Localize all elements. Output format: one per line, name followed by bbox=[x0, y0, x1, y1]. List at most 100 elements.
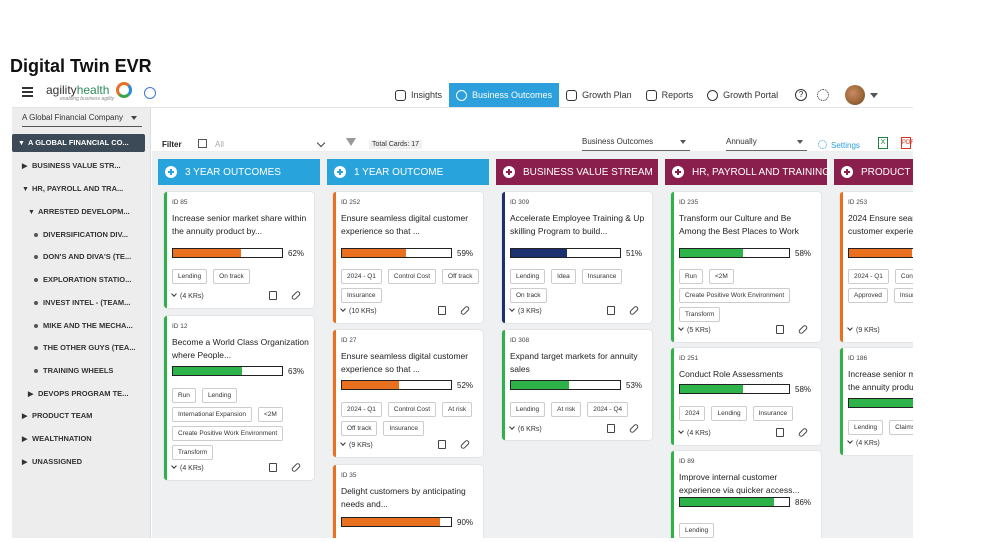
card-title[interactable]: Conduct Role Assessments bbox=[679, 368, 817, 381]
tree-item[interactable]: MIKE AND THE MECHA... bbox=[34, 317, 133, 335]
tag-chip[interactable]: Transform bbox=[172, 445, 214, 460]
filter-input[interactable]: All bbox=[215, 140, 224, 149]
tag-chip[interactable]: Run bbox=[679, 269, 703, 284]
tree-toggle-icon[interactable]: ▶ bbox=[22, 431, 32, 449]
gear-icon[interactable] bbox=[817, 89, 830, 101]
nav-growth-plan[interactable]: Growth Plan bbox=[559, 83, 639, 107]
key-results-count[interactable]: (4 KRs) bbox=[856, 440, 880, 447]
globe-language-icon[interactable] bbox=[144, 87, 156, 99]
card-title[interactable]: 2024 Ensure seamless digital customer ex… bbox=[848, 212, 913, 238]
tree-item[interactable]: TRAINING WHEELS bbox=[34, 362, 113, 380]
expand-chevron-down-icon[interactable] bbox=[847, 438, 853, 444]
tree-toggle-icon[interactable]: ▶ bbox=[22, 408, 32, 426]
key-results-count[interactable]: (6 KRs) bbox=[518, 426, 542, 433]
tree-toggle-icon[interactable]: ▼ bbox=[18, 135, 28, 153]
add-card-plus-icon[interactable] bbox=[503, 166, 515, 178]
funnel-icon[interactable] bbox=[346, 138, 356, 146]
tag-chip[interactable]: 2024 - Q1 bbox=[848, 269, 889, 284]
tree-item[interactable]: ▶ PRODUCT TEAM bbox=[22, 407, 92, 425]
tag-chip[interactable]: Lending bbox=[510, 402, 546, 417]
tag-chip[interactable]: Control Cost bbox=[387, 402, 437, 417]
card-title[interactable]: Improve internal customer experience via… bbox=[679, 471, 817, 497]
nav-business-outcomes[interactable]: Business Outcomes bbox=[449, 83, 560, 107]
tree-item[interactable]: ▶ DEVOPS PROGRAM TE... bbox=[28, 385, 128, 403]
tree-item[interactable]: ▶ WEALTHNATION bbox=[22, 430, 92, 448]
tag-chip[interactable]: Control Cost bbox=[387, 269, 437, 284]
tree-item[interactable]: INVEST INTEL - (TEAM... bbox=[34, 294, 130, 312]
tag-chip[interactable]: Insurance bbox=[893, 288, 913, 303]
card-title[interactable]: Delight customers by anticipating needs … bbox=[341, 485, 479, 511]
tag-chip[interactable]: At risk bbox=[442, 402, 473, 417]
tag-chip[interactable]: Insurance bbox=[581, 269, 623, 284]
tree-toggle-icon[interactable]: ▶ bbox=[28, 386, 38, 404]
outcome-card[interactable]: ID 235 Transform our Culture and Be Among… bbox=[671, 192, 821, 342]
card-title[interactable]: Increase senior market share within the … bbox=[172, 212, 310, 238]
tree-item[interactable]: ▼ A GLOBAL FINANCIAL CO... bbox=[12, 134, 145, 152]
tree-toggle-icon[interactable]: ▼ bbox=[28, 204, 38, 222]
tag-chip[interactable]: 2024 - Q4 bbox=[587, 402, 629, 417]
tag-chip[interactable]: At risk bbox=[551, 402, 582, 417]
tag-chip[interactable]: Lending bbox=[848, 420, 884, 435]
tree-item[interactable]: THE OTHER GUYS (TEA... bbox=[34, 339, 136, 357]
agilityhealth-logo[interactable]: agilityhealth bbox=[46, 83, 109, 97]
tag-chip[interactable]: Lending bbox=[172, 269, 208, 284]
user-menu-chevron-down-icon[interactable] bbox=[870, 92, 879, 98]
expand-chevron-down-icon[interactable] bbox=[678, 428, 684, 434]
copy-icon[interactable] bbox=[607, 306, 615, 315]
tag-chip[interactable]: <2M bbox=[257, 407, 283, 422]
help-icon[interactable]: ? bbox=[795, 89, 808, 101]
card-title[interactable]: Increase senior market share within the … bbox=[848, 368, 913, 394]
tag-chip[interactable]: On track bbox=[510, 288, 547, 303]
company-select[interactable]: A Global Financial Company bbox=[22, 113, 142, 127]
card-title[interactable]: Ensure seamless digital customer experie… bbox=[341, 350, 479, 376]
tag-chip[interactable]: Insurance bbox=[752, 406, 794, 421]
card-title[interactable]: Transform our Culture and Be Among the B… bbox=[679, 212, 817, 238]
expand-chevron-down-icon[interactable] bbox=[509, 306, 515, 312]
copy-icon[interactable] bbox=[438, 306, 446, 315]
export-pdf-icon[interactable]: PDF bbox=[901, 137, 913, 149]
export-excel-icon[interactable]: X bbox=[878, 137, 888, 149]
tag-chip[interactable]: Lending bbox=[679, 523, 715, 538]
tag-chip[interactable]: Off track bbox=[442, 269, 479, 284]
expand-chevron-down-icon[interactable] bbox=[847, 325, 853, 331]
card-title[interactable]: Expand target markets for annuity sales bbox=[510, 350, 648, 376]
expand-chevron-down-icon[interactable] bbox=[340, 306, 346, 312]
expand-chevron-down-icon[interactable] bbox=[678, 325, 684, 331]
key-results-count[interactable]: (10 KRs) bbox=[349, 308, 377, 315]
copy-icon[interactable] bbox=[776, 428, 784, 437]
tree-toggle-icon[interactable]: ▶ bbox=[22, 454, 32, 472]
add-card-plus-icon[interactable] bbox=[334, 166, 346, 178]
tree-item[interactable]: ▶ UNASSIGNED bbox=[22, 453, 82, 471]
tag-chip[interactable]: Lending bbox=[711, 406, 747, 421]
tag-chip[interactable]: Idea bbox=[551, 269, 576, 284]
tag-chip[interactable]: Create Positive Work Environment bbox=[172, 426, 284, 441]
tag-chip[interactable]: Lending bbox=[201, 388, 238, 403]
tree-item[interactable]: ▶ BUSINESS VALUE STR... bbox=[22, 157, 121, 175]
tree-toggle-icon[interactable]: ▶ bbox=[22, 158, 32, 176]
nav-reports[interactable]: Reports bbox=[639, 83, 701, 107]
tag-chip[interactable]: Control Cost bbox=[894, 269, 913, 284]
settings-button[interactable]: Settings bbox=[818, 140, 860, 150]
outcome-card[interactable]: ID 27 Ensure seamless digital customer ex… bbox=[333, 330, 483, 457]
outcome-card[interactable]: ID 35 Delight customers by anticipating n… bbox=[333, 465, 483, 538]
nav-growth-portal[interactable]: Growth Portal bbox=[700, 83, 785, 107]
key-results-count[interactable]: (4 KRs) bbox=[180, 465, 204, 472]
key-results-count[interactable]: (9 KRs) bbox=[856, 327, 880, 334]
copy-icon[interactable] bbox=[776, 325, 784, 334]
nav-insights[interactable]: Insights bbox=[388, 83, 449, 107]
tag-chip[interactable]: Run bbox=[172, 388, 196, 403]
outcome-card[interactable]: ID 309 Accelerate Employee Training & Up … bbox=[502, 192, 652, 323]
tree-item[interactable]: ▼ ARRESTED DEVELOPM... bbox=[28, 203, 130, 221]
copy-icon[interactable] bbox=[607, 424, 615, 433]
tag-chip[interactable]: Off track bbox=[341, 421, 378, 436]
period-select[interactable]: Annually bbox=[726, 137, 807, 151]
view-select[interactable]: Business Outcomes bbox=[582, 137, 690, 151]
tree-item[interactable]: DIVERSIFICATION DIV... bbox=[34, 226, 128, 244]
tag-chip[interactable]: Lending bbox=[510, 269, 546, 284]
card-title[interactable]: Accelerate Employee Training & Up skilli… bbox=[510, 212, 648, 238]
copy-icon[interactable] bbox=[269, 463, 277, 472]
tag-chip[interactable]: <2M bbox=[708, 269, 734, 284]
tree-item[interactable]: ▼ HR, PAYROLL AND TRA... bbox=[22, 180, 123, 198]
key-results-count[interactable]: (4 KRs) bbox=[687, 430, 711, 437]
expand-chevron-down-icon[interactable] bbox=[171, 291, 177, 297]
